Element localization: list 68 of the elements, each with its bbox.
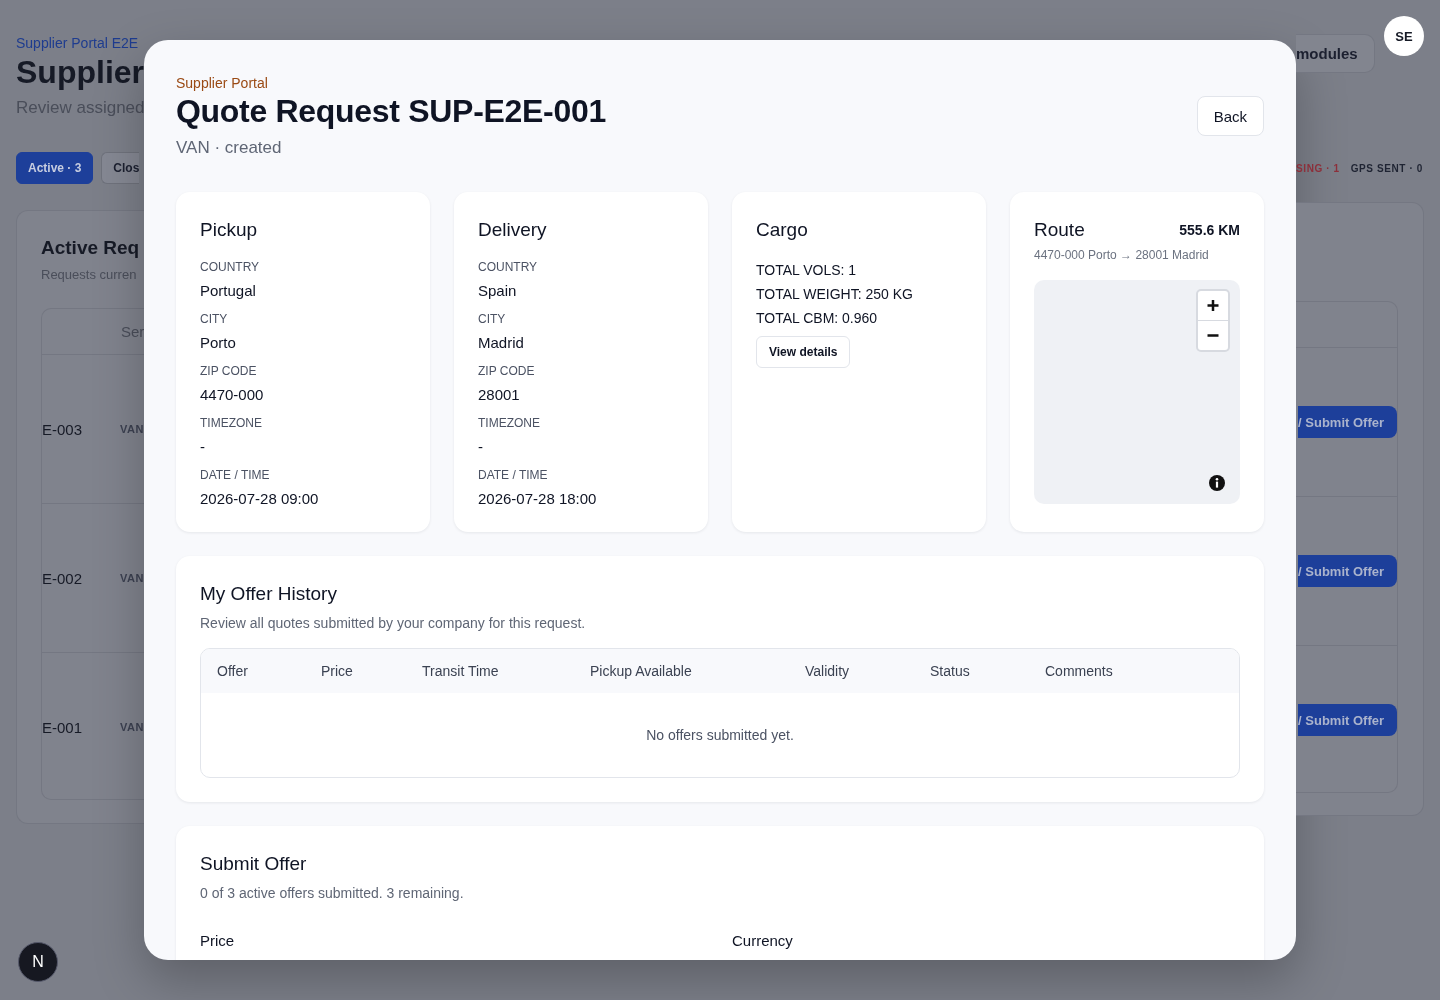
field-value: 2026-07-28 18:00 bbox=[478, 489, 598, 509]
field-label: Currency bbox=[732, 931, 794, 951]
card-title: Pickup bbox=[200, 218, 259, 242]
field-value: 28001 bbox=[478, 385, 521, 405]
field-label: COUNTRY bbox=[200, 259, 261, 275]
dialog-subtitle: VAN · created bbox=[176, 137, 283, 159]
column-header: Price bbox=[321, 663, 354, 679]
field-label: ZIP CODE bbox=[478, 363, 536, 379]
column-header: Validity bbox=[805, 663, 851, 679]
empty-message: No offers submitted yet. bbox=[646, 727, 794, 743]
route-path: 4470-000 Porto → 28001 Madrid bbox=[1034, 247, 1210, 263]
field-value: 2026-07-28 09:00 bbox=[200, 489, 320, 509]
column-header: Pickup Available bbox=[590, 663, 693, 679]
info-icon[interactable] bbox=[1208, 474, 1226, 492]
breadcrumb: Supplier Portal E2E bbox=[16, 34, 139, 52]
field-value: - bbox=[200, 437, 206, 457]
field-label: ZIP CODE bbox=[200, 363, 258, 379]
submit-offer-button[interactable]: / Submit Offer bbox=[1298, 406, 1397, 438]
view-details-button[interactable]: View details bbox=[756, 336, 851, 368]
field-value: Portugal bbox=[200, 281, 257, 301]
submit-offer-button[interactable]: / Submit Offer bbox=[1298, 704, 1397, 736]
request-id: E-001 bbox=[42, 718, 84, 736]
dialog-eyebrow: Supplier Portal bbox=[176, 74, 269, 92]
dialog-title: Quote Request SUP-E2E-001 bbox=[176, 92, 606, 130]
field-label: DATE / TIME bbox=[200, 467, 271, 483]
section-description: Review all quotes submitted by your company for this request. bbox=[200, 614, 587, 633]
field-label: CITY bbox=[200, 311, 229, 327]
section-title: Submit Offer bbox=[200, 852, 308, 876]
service-type: VAN bbox=[120, 572, 144, 584]
field-value: Spain bbox=[478, 281, 518, 301]
card-title: Route bbox=[1034, 218, 1085, 242]
column-header: Transit Time bbox=[422, 663, 500, 679]
section-description: 0 of 3 active offers submitted. 3 remaining. bbox=[200, 884, 465, 903]
field-value: Madrid bbox=[478, 333, 525, 353]
card-title: Cargo bbox=[756, 218, 809, 242]
cargo-line: TOTAL WEIGHT: 250 KG bbox=[756, 285, 914, 304]
field-label: TIMEZONE bbox=[478, 415, 541, 431]
filter-tab[interactable]: Clos bbox=[101, 152, 140, 184]
modules-button[interactable]: modules bbox=[1296, 34, 1375, 73]
column-header: Offer bbox=[217, 663, 249, 679]
service-type: VAN bbox=[120, 721, 144, 733]
status-count: SING · 1 bbox=[1296, 162, 1340, 174]
status-count: GPS SENT · 0 bbox=[1350, 162, 1423, 174]
request-id: E-003 bbox=[42, 420, 84, 438]
request-id: E-002 bbox=[42, 569, 84, 587]
field-label: COUNTRY bbox=[478, 259, 539, 275]
column-header: Comments bbox=[1045, 663, 1114, 679]
filter-tab[interactable]: Active · 3 bbox=[16, 152, 94, 184]
card-title: Delivery bbox=[478, 218, 548, 242]
panel-title: Active Req bbox=[41, 236, 140, 260]
submit-offer-button[interactable]: / Submit Offer bbox=[1298, 555, 1397, 587]
section-title: My Offer History bbox=[200, 582, 338, 606]
back-button[interactable]: Back bbox=[1196, 96, 1264, 136]
cargo-line: TOTAL CBM: 0.960 bbox=[756, 309, 879, 328]
field-label: TIMEZONE bbox=[200, 415, 263, 431]
field-value: 4470-000 bbox=[200, 385, 265, 405]
user-avatar[interactable]: SE bbox=[1384, 16, 1424, 56]
dev-badge[interactable]: N bbox=[18, 942, 58, 982]
field-label: Price bbox=[200, 931, 236, 951]
field-value: Porto bbox=[200, 333, 237, 353]
page-title: Supplier bbox=[16, 53, 144, 92]
service-type: VAN bbox=[120, 423, 144, 435]
cargo-line: TOTAL VOLS: 1 bbox=[756, 261, 858, 280]
field-value: - bbox=[478, 437, 484, 457]
route-distance: 555.6 KM bbox=[1179, 222, 1240, 238]
column-header: Status bbox=[930, 663, 971, 679]
field-label: DATE / TIME bbox=[478, 467, 549, 483]
field-label: CITY bbox=[478, 311, 507, 327]
